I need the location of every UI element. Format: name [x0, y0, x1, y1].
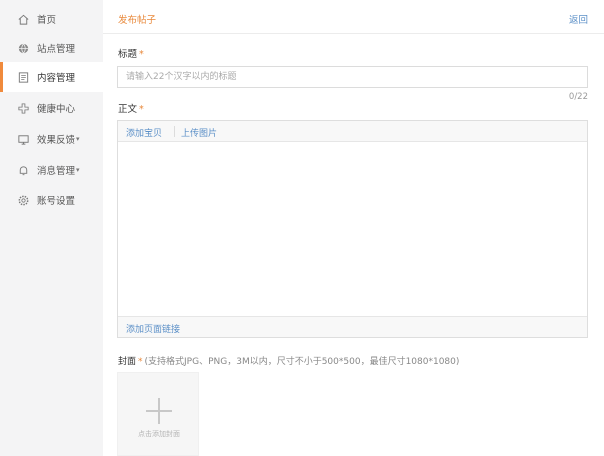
monitor-icon: [17, 133, 30, 146]
main-panel: 发布帖子 返回 标题* 0/22 正文* 添加宝贝 上传图片 添加页面链接 封面…: [103, 0, 604, 456]
gear-icon: [17, 194, 30, 207]
cover-label: 封面 * (支持格式JPG、PNG，3M以内，尺寸不小于500*500，最佳尺寸10…: [118, 357, 460, 367]
bell-icon: [17, 164, 30, 177]
title-label: 标题 *: [118, 49, 144, 60]
cover-upload-text: 点击添加封面: [138, 430, 180, 438]
back-link[interactable]: 返回: [569, 12, 588, 26]
upload-image-button[interactable]: 上传图片: [181, 126, 217, 139]
sidebar-item-site-management[interactable]: 站点管理: [0, 33, 103, 63]
plus-icon: [146, 398, 172, 424]
sidebar-item-message-management[interactable]: 消息管理 ▾: [0, 155, 103, 185]
sidebar-item-label: 内容管理: [37, 73, 76, 84]
cover-upload-button[interactable]: 点击添加封面: [117, 372, 199, 456]
editor-footer: 添加页面链接: [118, 316, 587, 337]
cover-hint: (支持格式JPG、PNG，3M以内，尺寸不小于500*500，最佳尺寸1080*…: [144, 357, 460, 367]
body-label: 正文 *: [118, 104, 144, 115]
page-title: 发布帖子: [118, 15, 157, 26]
title-char-counter: 0/22: [568, 92, 588, 102]
required-mark: *: [139, 104, 144, 115]
sidebar-item-label: 健康中心: [37, 104, 76, 115]
sidebar-item-effect-feedback[interactable]: 效果反馈 ▾: [0, 124, 103, 154]
home-icon: [17, 13, 30, 26]
add-product-button[interactable]: 添加宝贝: [126, 126, 162, 139]
add-page-link-button[interactable]: 添加页面链接: [126, 322, 180, 335]
editor-toolbar: 添加宝贝 上传图片: [118, 121, 587, 142]
document-icon: [17, 71, 30, 84]
sidebar-item-home[interactable]: 首页: [0, 4, 103, 34]
sidebar-item-label: 站点管理: [37, 44, 76, 55]
chevron-down-icon: ▾: [76, 166, 80, 174]
sidebar-item-label: 效果反馈: [37, 135, 76, 146]
body-editor: 添加宝贝 上传图片 添加页面链接: [117, 120, 588, 338]
chevron-down-icon: ▾: [76, 135, 80, 143]
page-header: 发布帖子 返回: [103, 0, 604, 34]
editor-content-area[interactable]: [118, 142, 587, 316]
title-input[interactable]: [117, 66, 588, 88]
required-mark: *: [139, 49, 144, 60]
sidebar: 首页 站点管理 内容管理 健康中心 效果反馈 ▾ 消息管理 ▾ 账号设置: [0, 0, 103, 456]
sidebar-item-content-management[interactable]: 内容管理: [0, 62, 103, 92]
toolbar-divider: [174, 126, 175, 137]
globe-icon: [17, 42, 30, 55]
sidebar-item-label: 账号设置: [37, 196, 76, 207]
sidebar-item-label: 首页: [37, 15, 57, 26]
health-cross-icon: [17, 102, 30, 115]
sidebar-item-account-settings[interactable]: 账号设置: [0, 185, 103, 215]
sidebar-item-health-center[interactable]: 健康中心: [0, 93, 103, 123]
sidebar-item-label: 消息管理: [37, 166, 76, 177]
required-mark: *: [138, 357, 143, 367]
